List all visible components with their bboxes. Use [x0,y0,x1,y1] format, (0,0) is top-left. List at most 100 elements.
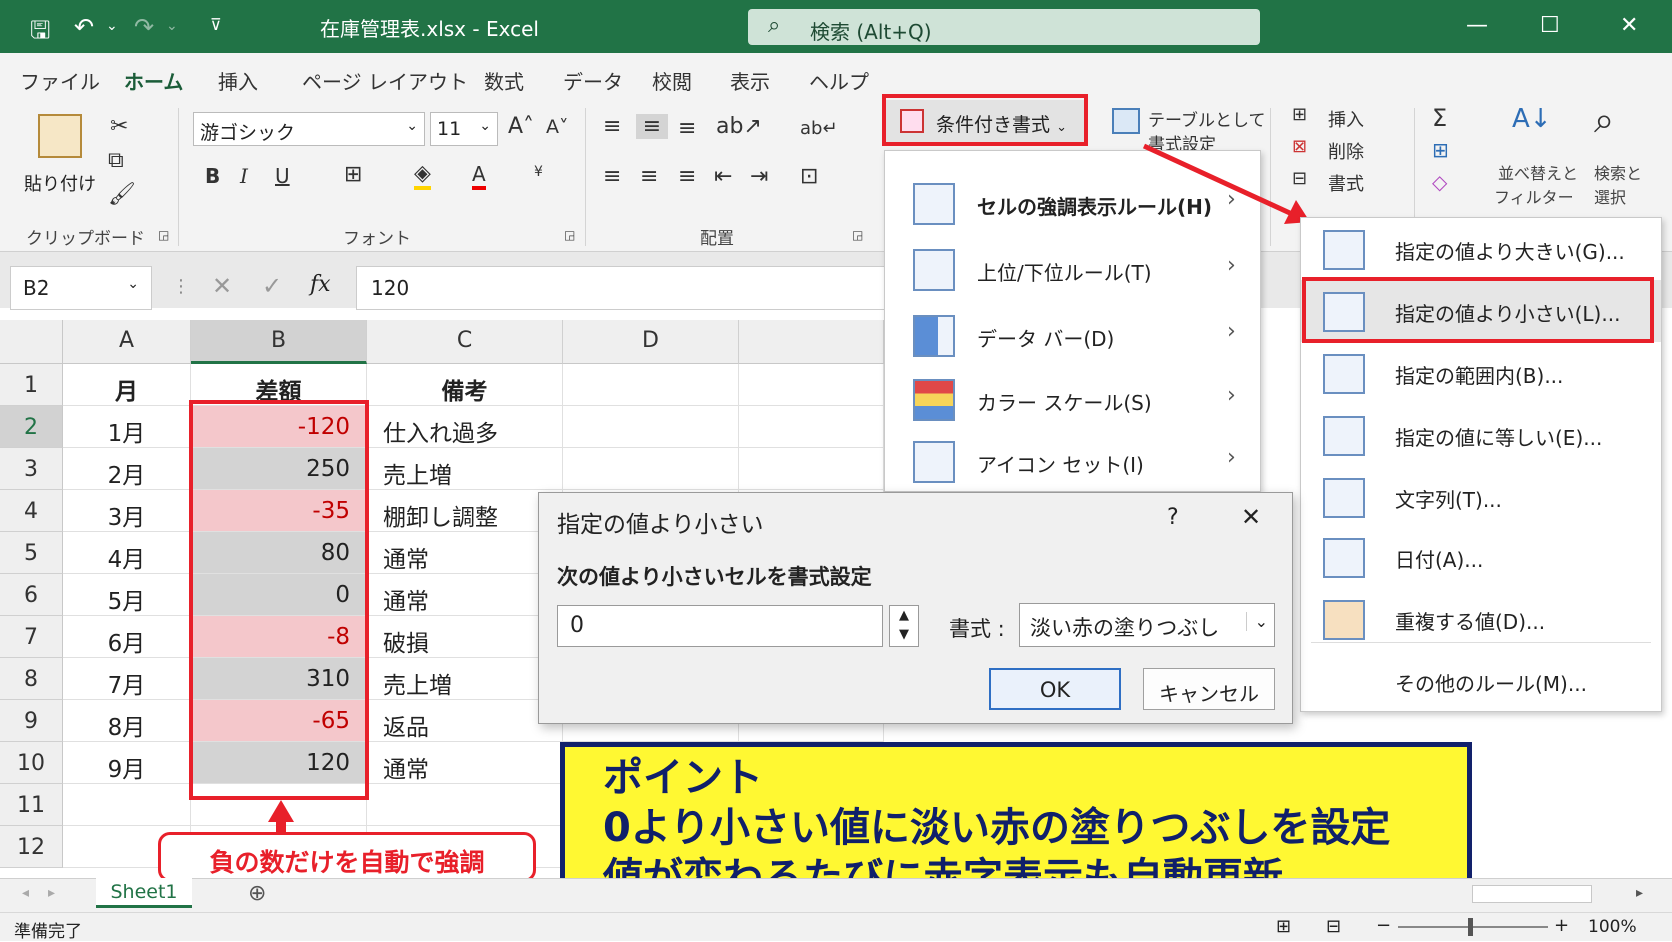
sheet-tab-sheet1[interactable]: Sheet1 [96,878,192,908]
formula-input[interactable]: 120 [356,266,886,310]
align-top-icon[interactable]: ≡ [603,114,621,139]
cell-c11[interactable] [367,784,563,826]
align-center-icon[interactable]: ≡ [640,164,658,189]
cell-c9[interactable]: 返品 [367,700,563,742]
delete-cells-button[interactable]: 削除 [1328,138,1364,164]
save-icon[interactable]: 🖫 [30,13,50,54]
cell-a6[interactable]: 5月 [63,574,191,616]
menu-item-color-scales[interactable]: カラー スケール(S) › [885,369,1260,431]
increase-indent-icon[interactable]: ⇥ [750,164,768,189]
orientation-icon[interactable]: ab↗ [716,114,762,139]
align-bottom-icon[interactable]: ≡ [678,116,696,141]
cell-empty[interactable] [563,364,739,406]
cell-a5[interactable]: 4月 [63,532,191,574]
cell-c1[interactable]: 備考 [367,364,563,406]
ok-button[interactable]: OK [989,668,1121,710]
tab-review[interactable]: 校閲 [652,66,692,95]
insert-function-icon[interactable]: fx [310,272,331,297]
undo-icon[interactable]: ↶ [74,13,94,41]
dialog-launcher-icon[interactable]: ◲ [158,228,169,242]
cell-a1[interactable]: 月 [63,364,191,406]
increase-font-icon[interactable]: A˄ [508,114,534,139]
cell-a9[interactable]: 8月 [63,700,191,742]
customize-qat-icon[interactable]: ⊽ [210,15,222,34]
align-left-icon[interactable]: ≡ [603,164,621,189]
row-header-12[interactable]: 12 [0,826,63,868]
cell-empty[interactable] [739,448,884,490]
cell-a3[interactable]: 2月 [63,448,191,490]
redo-icon[interactable]: ↷ [134,13,154,41]
cell-a10[interactable]: 9月 [63,742,191,784]
name-box[interactable]: B2 ⌄ [10,266,152,310]
horizontal-scrollbar[interactable] [1472,885,1592,903]
copy-icon[interactable]: ⧉ [108,148,124,173]
merge-center-icon[interactable]: ⊡ [800,164,818,189]
scroll-left-icon[interactable]: ◂ [22,885,29,901]
tab-insert[interactable]: 挿入 [218,66,258,95]
cell-c7[interactable]: 破損 [367,616,563,658]
column-header-d[interactable]: D [563,320,739,364]
menu-item-more-rules[interactable]: その他のルール(M)... [1301,650,1661,712]
cell-empty[interactable] [739,406,884,448]
row-header-11[interactable]: 11 [0,784,63,826]
close-window-icon[interactable]: ✕ [1620,13,1638,38]
menu-item-top-bottom-rules[interactable]: 上位/下位ルール(T) › [885,239,1260,301]
alignment-dialog-launcher-icon[interactable]: ◲ [852,228,863,242]
menu-item-date-occurring[interactable]: 日付(A)... [1301,526,1661,588]
column-header-b[interactable]: B [191,320,367,364]
tab-data[interactable]: データ [563,66,623,95]
row-header-9[interactable]: 9 [0,700,63,742]
row-header-7[interactable]: 7 [0,616,63,658]
confirm-entry-icon[interactable]: ✓ [262,272,282,300]
fill-color-icon[interactable]: ◈ [414,162,431,190]
zoom-out-icon[interactable]: − [1376,915,1391,936]
menu-item-greater-than[interactable]: 指定の値より大きい(G)... [1301,218,1661,280]
cell-c2[interactable]: 仕入れ過多 [367,406,563,448]
font-dialog-launcher-icon[interactable]: ◲ [564,228,575,242]
menu-item-icon-sets[interactable]: アイコン セット(I) › [885,431,1260,493]
value-spinner[interactable]: ▲ ▼ [889,605,919,647]
tab-formulas[interactable]: 数式 [484,66,524,95]
borders-icon[interactable]: ⊞ [344,162,362,187]
menu-item-equal-to[interactable]: 指定の値に等しい(E)... [1301,404,1661,466]
phonetic-icon[interactable]: ¥ [534,164,543,180]
select-all-corner[interactable] [0,320,63,364]
cell-a4[interactable]: 3月 [63,490,191,532]
font-name-select[interactable]: 游ゴシック ⌄ [193,112,425,146]
add-sheet-icon[interactable]: ⊕ [248,881,266,906]
redo-dropdown-icon[interactable]: ⌄ [166,18,178,34]
cell-c8[interactable]: 売上増 [367,658,563,700]
maximize-icon[interactable]: ☐ [1540,13,1560,38]
cell-c10[interactable]: 通常 [367,742,563,784]
cell-c3[interactable]: 売上増 [367,448,563,490]
column-header-c[interactable]: C [367,320,563,364]
cancel-entry-icon[interactable]: ✕ [212,272,232,300]
wrap-text-icon[interactable]: ab↵ [800,118,838,139]
font-size-select[interactable]: 11 ⌄ [430,112,498,146]
cancel-button[interactable]: キャンセル [1143,668,1275,710]
paste-button[interactable]: 貼り付け [24,170,96,196]
column-header-a[interactable]: A [63,320,191,364]
tab-help[interactable]: ヘルプ [809,66,869,95]
sort-filter-icon[interactable]: A↓ [1512,104,1552,134]
cell-c6[interactable]: 通常 [367,574,563,616]
format-as-table-button[interactable]: テーブルとして [1148,106,1265,131]
format-cells-button[interactable]: 書式 [1328,170,1364,196]
menu-item-text-contains[interactable]: 文字列(T)... [1301,466,1661,528]
zoom-slider-thumb[interactable] [1468,918,1473,936]
underline-icon[interactable]: U [275,164,290,188]
menu-item-data-bars[interactable]: データ バー(D) › [885,305,1260,367]
help-icon[interactable]: ? [1167,505,1179,530]
cell-a7[interactable]: 6月 [63,616,191,658]
cell-empty[interactable] [739,364,884,406]
clear-icon[interactable]: ◇ [1432,170,1447,194]
decrease-indent-icon[interactable]: ⇤ [714,164,732,189]
format-painter-icon[interactable]: 🖌 [108,182,136,207]
search-box[interactable]: ⌕ 検索 (Alt+Q) [748,9,1260,45]
page-layout-view-icon[interactable]: ⊟ [1326,916,1341,937]
cell-a8[interactable]: 7月 [63,658,191,700]
tab-page-layout[interactable]: ページ レイアウト [302,66,468,95]
cell-empty[interactable] [563,448,739,490]
zoom-level[interactable]: 100% [1588,917,1637,937]
threshold-value-input[interactable]: 0 [557,605,883,647]
